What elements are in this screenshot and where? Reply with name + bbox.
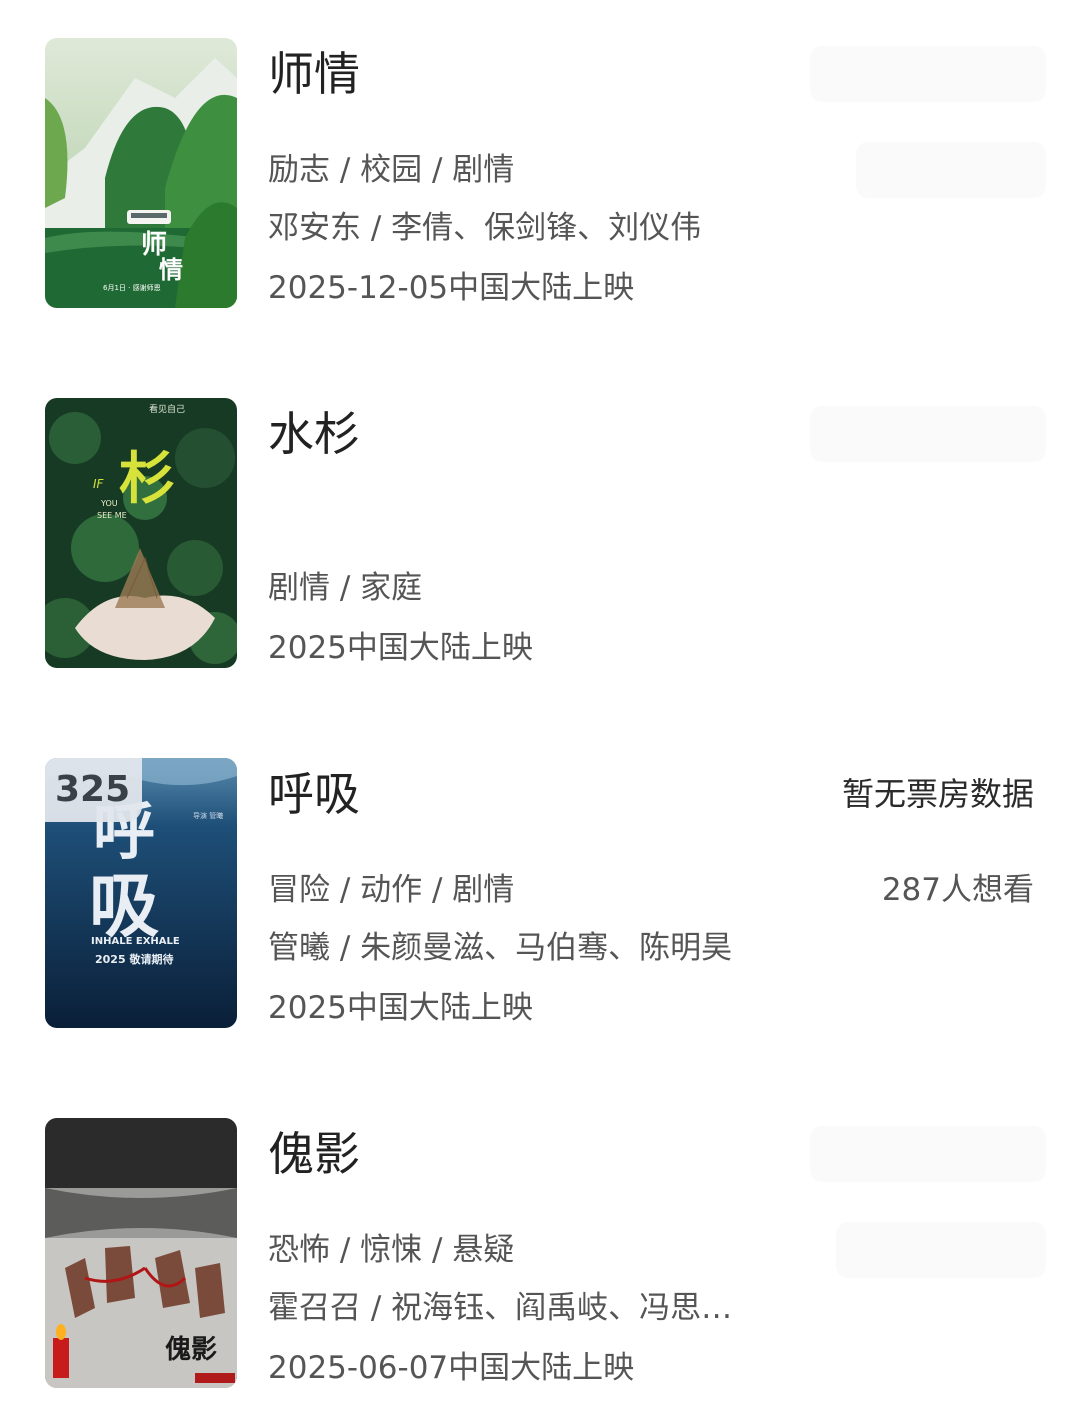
want-to-see-count: 287人想看: [881, 872, 1034, 908]
movie-title[interactable]: 水杉: [268, 402, 360, 466]
svg-text:IF: IF: [93, 477, 105, 491]
movie-genres: 励志 / 校园 / 剧情: [268, 152, 515, 188]
movie-credits: 霍召召 / 祝海钰、阎禹岐、冯思…: [268, 1290, 733, 1326]
svg-text:6月1日 · 感谢师恩: 6月1日 · 感谢师恩: [103, 283, 161, 292]
svg-text:导演 管曦: 导演 管曦: [193, 811, 223, 820]
movie-release-date: 2025-12-05中国大陆上映: [268, 270, 635, 306]
svg-text:吸: 吸: [89, 865, 159, 947]
movie-genres: 恐怖 / 惊悚 / 悬疑: [268, 1232, 515, 1268]
movie-poster[interactable]: 傀影: [45, 1118, 237, 1388]
poster-image: 杉 IF YOU SEE ME 看见自己: [45, 398, 237, 668]
movie-release-date: 2025中国大陆上映: [268, 990, 533, 1026]
svg-text:YOU: YOU: [100, 499, 118, 508]
poster-image: 师 情 6月1日 · 感谢师恩: [45, 38, 237, 308]
svg-text:2025 敬请期待: 2025 敬请期待: [95, 952, 173, 966]
movie-item[interactable]: 傀影 傀影 恐怖 / 惊悚 / 悬疑 霍召召 / 祝海钰、阎禹岐、冯思… 202…: [0, 1118, 1080, 1390]
movie-item[interactable]: 杉 IF YOU SEE ME 看见自己 水杉 剧情 / 家庭 2025中国大陆…: [0, 398, 1080, 670]
movie-credits: 管曦 / 朱颜曼滋、马伯骞、陈明昊: [268, 930, 733, 966]
placeholder-block: [836, 1222, 1046, 1278]
placeholder-block: [810, 1126, 1046, 1182]
movie-release-date: 2025-06-07中国大陆上映: [268, 1350, 635, 1386]
movie-title[interactable]: 呼吸: [268, 762, 360, 826]
svg-text:情: 情: [159, 255, 183, 284]
svg-text:看见自己: 看见自己: [149, 403, 185, 415]
box-office-status: 暂无票房数据: [841, 775, 1034, 813]
movie-poster[interactable]: 杉 IF YOU SEE ME 看见自己: [45, 398, 237, 668]
movie-poster[interactable]: 师 情 6月1日 · 感谢师恩: [45, 38, 237, 308]
movie-title[interactable]: 师情: [268, 42, 360, 106]
movie-genres: 剧情 / 家庭: [268, 570, 423, 606]
svg-text:杉: 杉: [119, 446, 175, 512]
rank-badge: 325: [45, 758, 143, 822]
movie-poster[interactable]: 呼 吸 导演 管曦 INHALE EXHALE 2025 敬请期待 325: [45, 758, 237, 1028]
placeholder-block: [810, 46, 1046, 102]
movie-item[interactable]: 师 情 6月1日 · 感谢师恩 师情 励志 / 校园 / 剧情 邓安东 / 李倩…: [0, 38, 1080, 310]
movie-title[interactable]: 傀影: [268, 1122, 360, 1186]
placeholder-block: [856, 142, 1046, 198]
svg-text:SEE ME: SEE ME: [97, 511, 127, 520]
movie-release-date: 2025中国大陆上映: [268, 630, 533, 666]
movie-genres: 冒险 / 动作 / 剧情: [268, 872, 515, 908]
movie-credits: 邓安东 / 李倩、保剑锋、刘仪伟: [268, 210, 702, 246]
movie-item[interactable]: 呼 吸 导演 管曦 INHALE EXHALE 2025 敬请期待 325 呼吸…: [0, 758, 1080, 1030]
svg-text:INHALE EXHALE: INHALE EXHALE: [91, 936, 180, 947]
poster-image: 傀影: [45, 1118, 237, 1388]
placeholder-block: [810, 406, 1046, 462]
svg-text:傀影: 傀影: [165, 1335, 217, 1365]
